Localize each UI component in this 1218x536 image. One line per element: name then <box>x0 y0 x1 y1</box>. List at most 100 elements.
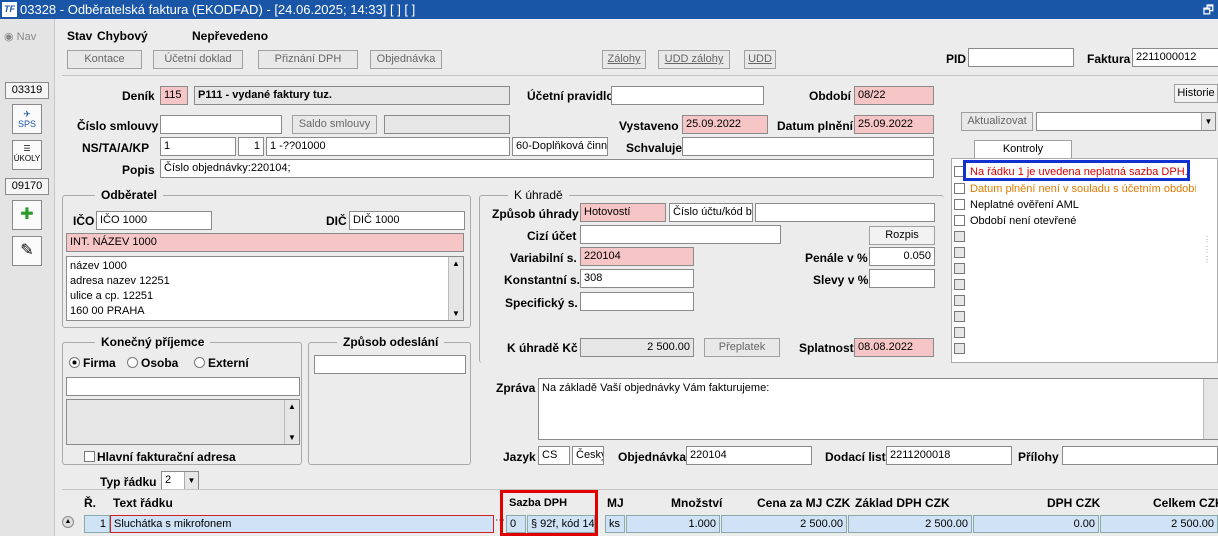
row-cena[interactable]: 2 500.00 <box>721 515 847 533</box>
faktura-input[interactable]: 2211000012 <box>1132 48 1218 67</box>
kontrola-checkbox-9[interactable] <box>954 295 965 306</box>
kontrola-checkbox-4[interactable] <box>954 215 965 226</box>
kontrola-item-1[interactable]: Na řádku 1 je uvedena neplatná sazba DPH… <box>970 166 1188 178</box>
objednavka-input[interactable]: 220104 <box>686 446 812 465</box>
kontrola-item-3[interactable]: Neplatné ověření AML <box>970 199 1079 211</box>
specificky-input[interactable] <box>580 292 694 311</box>
kontrola-checkbox-8[interactable] <box>954 279 965 290</box>
variabilni-input[interactable]: 220104 <box>580 247 694 266</box>
row-celkem[interactable]: 2 500.00 <box>1100 515 1218 533</box>
address-box[interactable]: název 1000 adresa nazev 12251 ulice a cp… <box>66 256 464 321</box>
aktualizovat-select[interactable]: ▼ <box>1036 112 1216 131</box>
rozpis-button[interactable]: Rozpis <box>869 226 935 245</box>
udd-button[interactable]: UDD <box>744 50 776 69</box>
row-zaklad[interactable]: 2 500.00 <box>848 515 972 533</box>
col-header-r: Ř. <box>84 496 96 510</box>
denik-code-input[interactable]: 115 <box>160 86 188 105</box>
pid-input[interactable] <box>968 48 1074 67</box>
kontrola-item-4[interactable]: Období není otevřené <box>970 215 1076 227</box>
address-scrollbar[interactable]: ▲ ▼ <box>448 257 463 320</box>
datum-plneni-input[interactable]: 25.09.2022 <box>854 115 934 134</box>
kontrola-checkbox-5[interactable] <box>954 231 965 242</box>
kontrola-checkbox-12[interactable] <box>954 343 965 354</box>
scroll-down-icon[interactable]: ▼ <box>285 431 299 444</box>
firma-label: Firma <box>83 356 116 370</box>
ns-input[interactable]: 1 <box>160 137 236 156</box>
scroll-up-icon[interactable]: ▲ <box>449 257 463 270</box>
row-scroll-up-icon[interactable]: ▲ <box>62 516 74 528</box>
restore-icon[interactable]: 🗗 <box>1203 1 1214 22</box>
objednavka-button[interactable]: Objednávka <box>370 50 442 69</box>
aktualizovat-button[interactable]: Aktualizovat <box>961 112 1033 131</box>
typ-radku-select[interactable]: 2 ▼ <box>161 471 199 490</box>
kontrola-checkbox-3[interactable] <box>954 199 965 210</box>
cislo-uctu-value-input[interactable] <box>755 203 935 222</box>
variabilni-label: Variabilní s. <box>510 251 577 265</box>
row-mj[interactable]: ks <box>605 515 625 533</box>
prijemce-scrollbar[interactable]: ▲ ▼ <box>284 400 299 444</box>
prilohy-input[interactable] <box>1062 446 1218 465</box>
ta-input[interactable]: 1 <box>238 137 264 156</box>
kontace-button[interactable]: Kontace <box>67 50 142 69</box>
obdobi-input[interactable]: 08/22 <box>854 86 934 105</box>
kontrola-checkbox-6[interactable] <box>954 247 965 258</box>
splatnost-input[interactable]: 08.08.2022 <box>854 338 934 357</box>
nav-toggle[interactable]: ◉ Nav <box>4 30 36 43</box>
col-header-text: Text řádku <box>113 496 173 510</box>
dodaci-list-input[interactable]: 2211200018 <box>886 446 1012 465</box>
kontrola-checkbox-7[interactable] <box>954 263 965 274</box>
a-input[interactable]: 1 -??01000 <box>266 137 510 156</box>
address-line-2: adresa nazev 12251 <box>70 275 170 287</box>
historie-button[interactable]: Historie <box>1174 84 1218 103</box>
sps-icon[interactable]: ✈ SPS <box>12 104 42 134</box>
tab-kontroly[interactable]: Kontroly <box>974 140 1072 159</box>
priznani-dph-button[interactable]: Přiznání DPH <box>258 50 358 69</box>
int-name-input[interactable]: INT. NÁZEV 1000 <box>66 233 464 252</box>
ukoly-label: ÚKOLY <box>13 154 41 163</box>
udd-zalohy-button[interactable]: UDD zálohy <box>658 50 730 69</box>
jazyk-code-input[interactable]: CS <box>538 446 570 465</box>
hlavni-adresa-checkbox[interactable] <box>84 451 95 462</box>
kontrola-checkbox-11[interactable] <box>954 327 965 338</box>
ukoly-icon[interactable]: ☰ ÚKOLY <box>12 140 42 170</box>
cizi-ucet-input[interactable] <box>580 225 781 244</box>
externi-radio[interactable] <box>194 357 205 368</box>
kp-input[interactable]: 60-Doplňková činno <box>512 137 608 156</box>
ucetni-pravidlo-input[interactable] <box>611 86 764 105</box>
osoba-radio[interactable] <box>127 357 138 368</box>
popis-input[interactable]: Číslo objednávky:220104; <box>160 159 934 178</box>
konstantni-input[interactable]: 308 <box>580 269 694 288</box>
add-document-icon[interactable]: ✚ <box>12 200 42 230</box>
zalohy-button[interactable]: Zálohy <box>602 50 646 69</box>
zpusob-uhrady-label: Způsob úhrady <box>492 207 579 221</box>
slevy-input[interactable] <box>869 269 935 288</box>
scroll-up-icon[interactable]: ▲ <box>285 400 299 413</box>
schvaluje-input[interactable] <box>682 137 934 156</box>
cislo-smlouvy-input[interactable] <box>160 115 282 134</box>
firma-radio[interactable] <box>69 357 80 368</box>
preplatek-button[interactable]: Přeplatek <box>704 338 780 357</box>
cislo-uctu-input[interactable]: Číslo účtu/kód ba <box>669 203 753 222</box>
col-header-dph: DPH CZK <box>1047 496 1101 510</box>
kontrola-item-2[interactable]: Datum plnění není v souladu s účetním ob… <box>970 183 1196 195</box>
zpusob-odeslani-input[interactable] <box>314 355 466 374</box>
scroll-down-icon[interactable]: ▼ <box>449 307 463 320</box>
dic-input[interactable]: DIČ 1000 <box>349 211 465 230</box>
vystaveno-input[interactable]: 25.09.2022 <box>682 115 768 134</box>
zpusob-uhrady-input[interactable]: Hotovostí <box>580 203 666 222</box>
penale-input[interactable]: 0.050 <box>869 247 935 266</box>
zprava-textarea[interactable]: Na základě Vaší objednávky Vám fakturuje… <box>538 378 1218 440</box>
kontroly-grip-icon[interactable]: ⋮ ⋮ ⋮ <box>1203 235 1211 265</box>
edit-document-icon[interactable]: ✎ <box>12 236 42 266</box>
ico-input[interactable]: IČO 1000 <box>96 211 212 230</box>
kontrola-checkbox-10[interactable] <box>954 311 965 322</box>
zprava-text: Na základě Vaší objednávky Vám fakturuje… <box>542 382 770 394</box>
row-text-input[interactable]: Sluchátka s mikrofonem <box>110 515 494 533</box>
saldo-smlouvy-button[interactable]: Saldo smlouvy <box>292 115 377 134</box>
ucetni-doklad-button[interactable]: Účetní doklad <box>153 50 243 69</box>
prijemce-input[interactable] <box>66 377 300 396</box>
row-mnozstvi[interactable]: 1.000 <box>626 515 720 533</box>
row-dph[interactable]: 0.00 <box>973 515 1099 533</box>
kontrola-checkbox-2[interactable] <box>954 183 965 194</box>
zprava-scrollbar[interactable] <box>1203 379 1218 439</box>
